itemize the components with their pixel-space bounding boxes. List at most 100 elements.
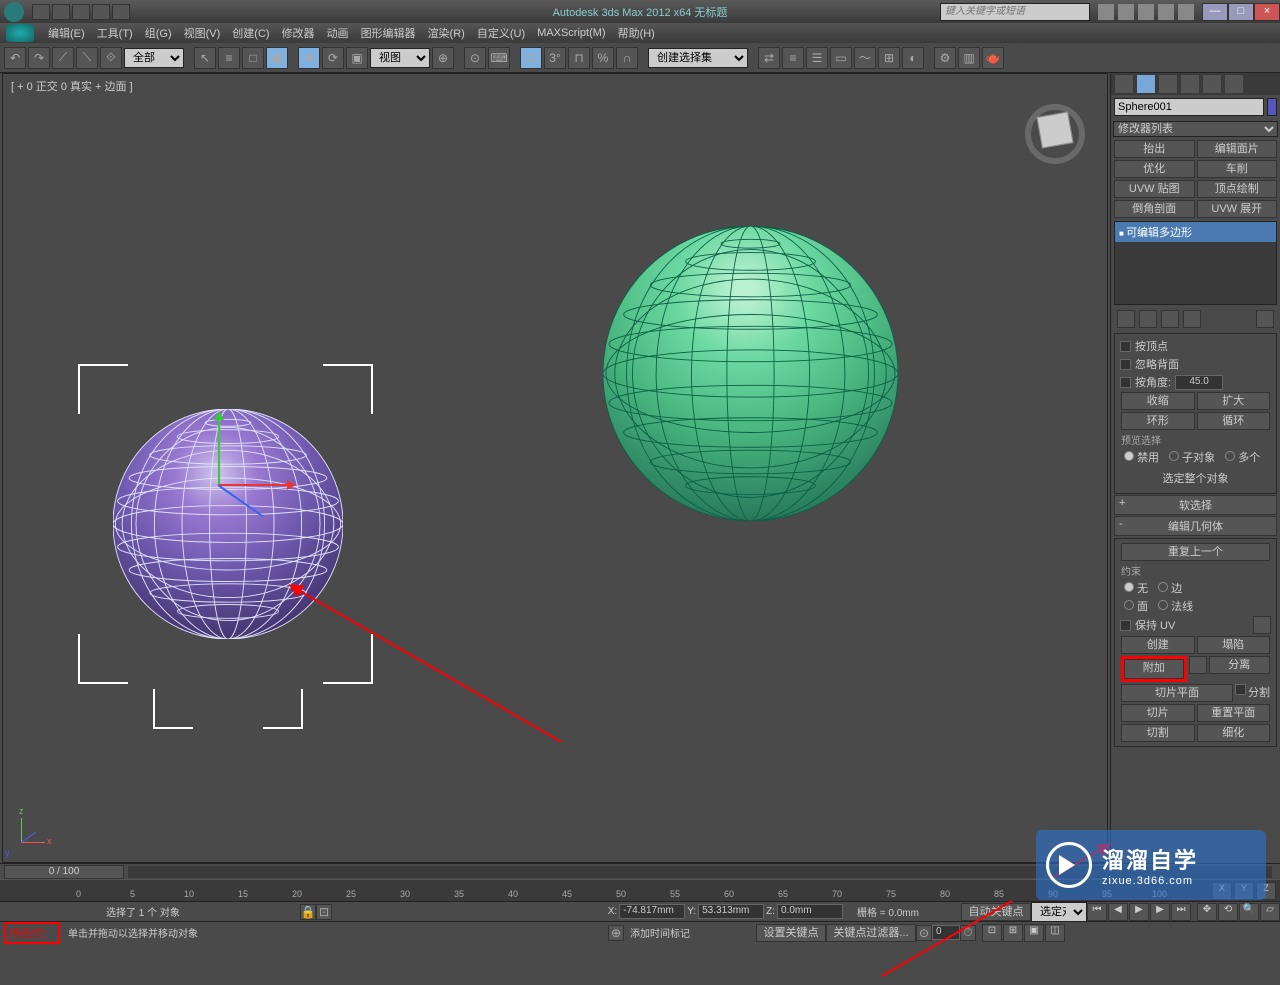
selection-filter-dropdown[interactable]: 全部 bbox=[124, 48, 184, 68]
gizmo-x-axis[interactable] bbox=[218, 484, 293, 486]
exchange-icon[interactable] bbox=[1138, 4, 1154, 20]
graphite-icon[interactable]: ▭ bbox=[830, 47, 852, 69]
sphere-object-purple[interactable] bbox=[113, 409, 343, 639]
mod-btn-lathe[interactable]: 车削 bbox=[1197, 160, 1278, 178]
attach-list-icon[interactable] bbox=[1189, 656, 1207, 674]
sliceplane-button[interactable]: 切片平面 bbox=[1121, 684, 1233, 702]
rollout-softsel-header[interactable]: 软选择 bbox=[1114, 495, 1277, 515]
detach-button[interactable]: 分离 bbox=[1209, 656, 1271, 674]
play-icon[interactable]: ▶ bbox=[1129, 903, 1149, 921]
collapse-button[interactable]: 塌陷 bbox=[1197, 636, 1271, 654]
sphere-object-green[interactable] bbox=[603, 226, 898, 521]
min-max-icon[interactable]: ◫ bbox=[1045, 924, 1065, 942]
mod-btn-editpatch[interactable]: 编辑面片 bbox=[1197, 140, 1278, 158]
menu-views[interactable]: 视图(V) bbox=[178, 23, 227, 43]
menu-tools[interactable]: 工具(T) bbox=[91, 23, 139, 43]
make-unique-icon[interactable] bbox=[1161, 310, 1179, 328]
qat-redo-icon[interactable] bbox=[112, 4, 130, 20]
move-icon[interactable]: ✥ bbox=[298, 47, 320, 69]
undo-icon[interactable]: ↶ bbox=[4, 47, 26, 69]
radio-c-none[interactable] bbox=[1124, 582, 1134, 592]
named-sel-set-dropdown[interactable]: 创建选择集 bbox=[648, 48, 748, 68]
preserveuv-settings-icon[interactable] bbox=[1253, 616, 1271, 634]
menu-create[interactable]: 创建(C) bbox=[226, 23, 275, 43]
application-button[interactable] bbox=[6, 24, 34, 42]
key-selset-dropdown[interactable]: 选定对 bbox=[1031, 902, 1087, 922]
radio-disable[interactable] bbox=[1124, 451, 1134, 461]
configure-sets-icon[interactable] bbox=[1256, 310, 1274, 328]
slice-button[interactable]: 切片 bbox=[1121, 704, 1195, 722]
menu-animation[interactable]: 动画 bbox=[321, 23, 355, 43]
help-search-input[interactable] bbox=[940, 3, 1090, 21]
show-result-icon[interactable] bbox=[1139, 310, 1157, 328]
gizmo-y-axis[interactable] bbox=[218, 414, 220, 484]
msmooth-button[interactable]: 细化 bbox=[1197, 724, 1271, 742]
autokey-button[interactable]: 自动关键点 bbox=[961, 903, 1031, 921]
attach-button[interactable]: 附加 bbox=[1124, 659, 1184, 679]
tab-create-icon[interactable] bbox=[1115, 75, 1133, 93]
checkbox-byangle[interactable] bbox=[1120, 377, 1131, 388]
zoom-all-icon[interactable]: ⊞ bbox=[1003, 924, 1023, 942]
spinner-snap-icon[interactable]: % bbox=[592, 47, 614, 69]
stack-item-editablepoly[interactable]: 可编辑多边形 bbox=[1115, 222, 1276, 242]
infocenter-icon[interactable] bbox=[1098, 4, 1114, 20]
object-color-swatch[interactable] bbox=[1267, 98, 1277, 116]
coord-y-input[interactable]: 53.313mm bbox=[698, 904, 764, 919]
bind-icon[interactable]: ⟐ bbox=[100, 47, 122, 69]
mirror-icon[interactable]: ⇄ bbox=[758, 47, 780, 69]
loop-button[interactable]: 循环 bbox=[1197, 412, 1271, 430]
object-name-input[interactable] bbox=[1114, 98, 1264, 116]
keyboard-icon[interactable]: ⌨ bbox=[488, 47, 510, 69]
select-manip-icon[interactable]: ⊙ bbox=[464, 47, 486, 69]
maximize-button[interactable]: □ bbox=[1228, 3, 1254, 21]
radio-c-edge[interactable] bbox=[1158, 582, 1168, 592]
radio-c-normal[interactable] bbox=[1158, 600, 1168, 610]
edged-snap-icon[interactable]: ∩ bbox=[616, 47, 638, 69]
redo-icon[interactable]: ↷ bbox=[28, 47, 50, 69]
arc-rotate-icon[interactable]: ⟲ bbox=[1218, 903, 1238, 921]
layers-icon[interactable]: ☰ bbox=[806, 47, 828, 69]
tab-display-icon[interactable] bbox=[1203, 75, 1221, 93]
viewport-label[interactable]: [ + 0 正交 0 真实 + 边面 ] bbox=[11, 78, 133, 94]
mod-btn-vertexpaint[interactable]: 顶点绘制 bbox=[1197, 180, 1278, 198]
tab-modify-icon[interactable] bbox=[1137, 75, 1155, 93]
zoom-extents-icon[interactable]: ⊡ bbox=[982, 924, 1002, 942]
add-timetag-label[interactable]: 添加时间标记 bbox=[624, 925, 696, 940]
radio-c-face[interactable] bbox=[1124, 600, 1134, 610]
tab-hierarchy-icon[interactable] bbox=[1159, 75, 1177, 93]
angle-snap-icon[interactable]: 3° bbox=[544, 47, 566, 69]
coord-z-input[interactable]: 0.0mm bbox=[777, 904, 843, 919]
angle-spinner[interactable]: 45.0 bbox=[1175, 375, 1223, 390]
modifier-stack[interactable]: 可编辑多边形 bbox=[1114, 221, 1277, 305]
keyfilters-button[interactable]: 关键点过滤器... bbox=[826, 924, 916, 942]
render-production-icon[interactable]: 🫖 bbox=[982, 47, 1004, 69]
ref-coord-dropdown[interactable]: 视图 bbox=[370, 48, 430, 68]
create-button[interactable]: 创建 bbox=[1121, 636, 1195, 654]
qat-undo-icon[interactable] bbox=[92, 4, 110, 20]
maximize-viewport-icon[interactable]: ▣ bbox=[1024, 924, 1044, 942]
align-icon[interactable]: ≡ bbox=[782, 47, 804, 69]
favorites-icon[interactable] bbox=[1158, 4, 1174, 20]
rendered-frame-icon[interactable]: ▥ bbox=[958, 47, 980, 69]
menu-edit[interactable]: 编辑(E) bbox=[42, 23, 91, 43]
mod-btn-uvwunwrap[interactable]: UVW 展开 bbox=[1197, 200, 1278, 218]
quickslice-button[interactable]: 切割 bbox=[1121, 724, 1195, 742]
select-icon[interactable]: ↖ bbox=[194, 47, 216, 69]
subscription-icon[interactable] bbox=[1118, 4, 1134, 20]
close-button[interactable]: × bbox=[1254, 3, 1280, 21]
checkbox-ignorebackfacing[interactable] bbox=[1120, 359, 1131, 370]
lock-selection-icon[interactable]: 🔒 bbox=[300, 904, 316, 920]
scale-icon[interactable]: ▣ bbox=[346, 47, 368, 69]
mod-btn-uvwmap[interactable]: UVW 贴图 bbox=[1114, 180, 1195, 198]
shrink-button[interactable]: 收缩 bbox=[1121, 392, 1195, 410]
repeat-last-button[interactable]: 重复上一个 bbox=[1121, 543, 1270, 561]
prev-frame-icon[interactable]: ◀ bbox=[1108, 903, 1128, 921]
unlink-icon[interactable]: ⟍ bbox=[76, 47, 98, 69]
qat-save-icon[interactable] bbox=[72, 4, 90, 20]
zoom-icon[interactable]: 🔍 bbox=[1239, 903, 1259, 921]
schematic-icon[interactable]: ⊞ bbox=[878, 47, 900, 69]
snap-toggle-icon[interactable]: ⊡ bbox=[520, 47, 542, 69]
radio-subobj[interactable] bbox=[1169, 451, 1179, 461]
modifier-list-dropdown[interactable]: 修改器列表 bbox=[1113, 121, 1278, 137]
tab-motion-icon[interactable] bbox=[1181, 75, 1199, 93]
